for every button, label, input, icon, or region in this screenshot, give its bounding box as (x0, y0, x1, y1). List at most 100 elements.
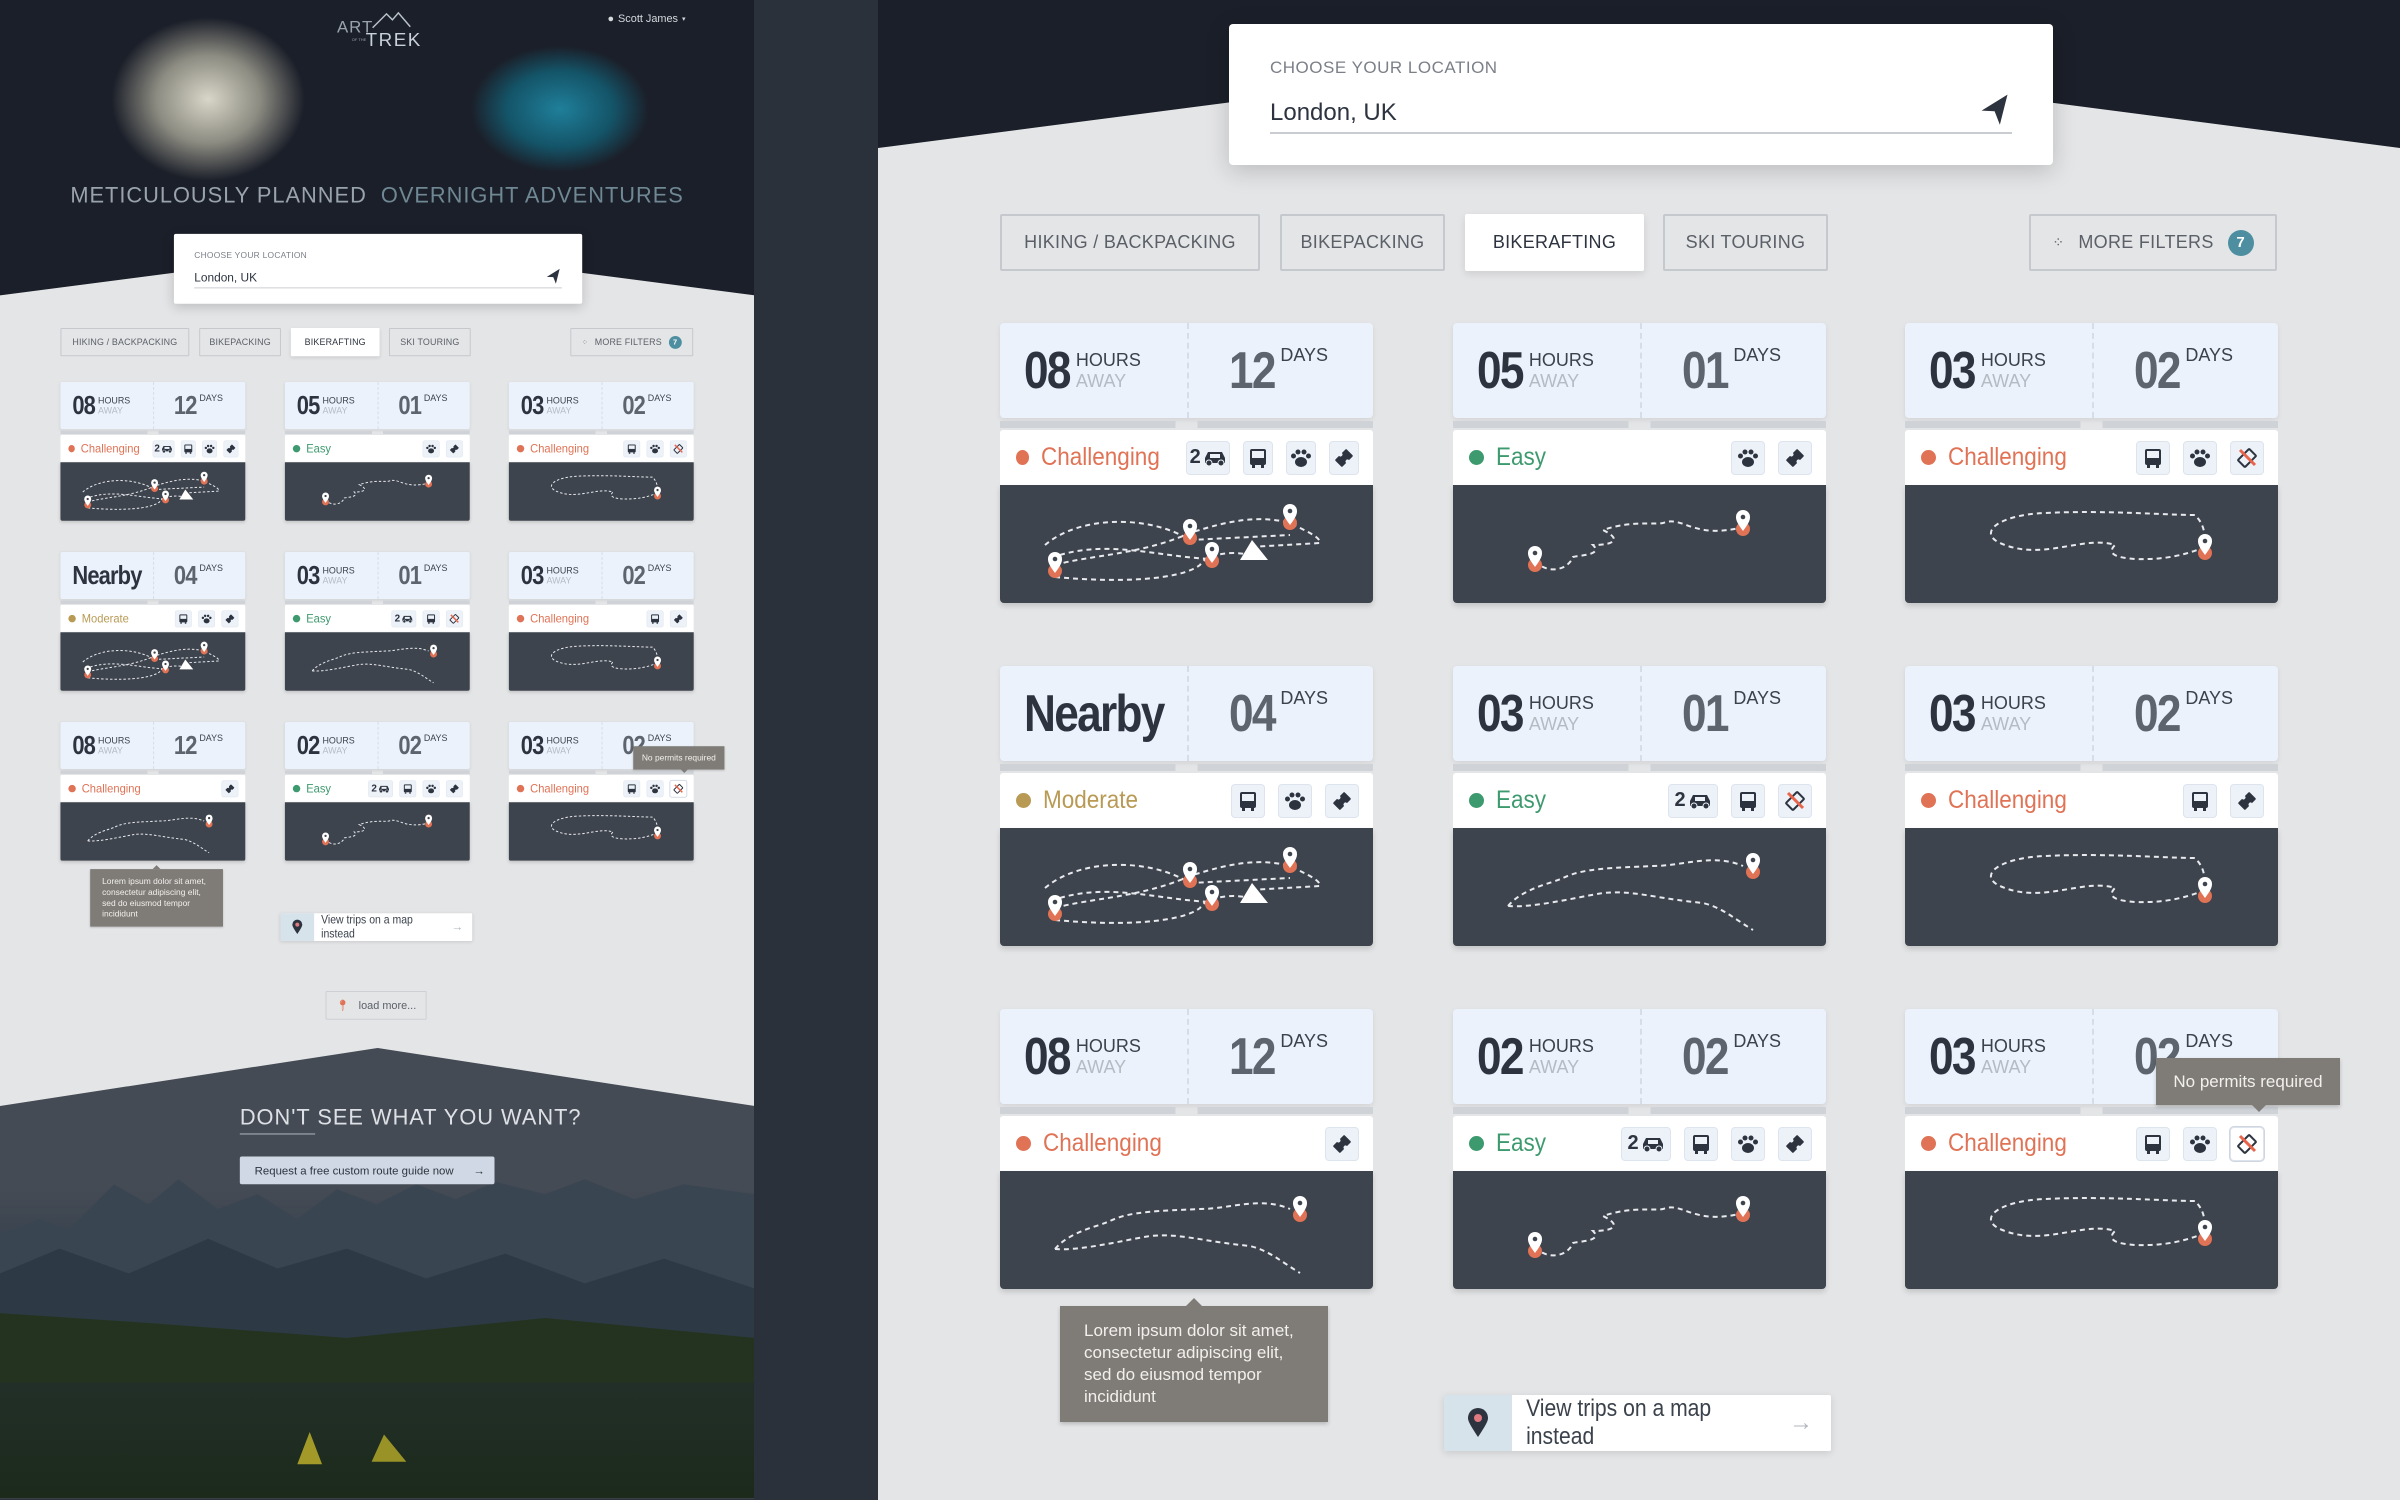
ticket-feature-icon[interactable] (221, 780, 239, 798)
trip-card[interactable]: 02 HOURS AWAY 02 DAYS Easy 2 (284, 721, 470, 861)
trip-card[interactable]: Nearby 04 DAYS Moderate (1000, 666, 1373, 946)
trip-card[interactable]: 03HOURSAWAY 02DAYS Challenging (508, 382, 694, 521)
ticket-feature-icon[interactable] (1329, 440, 1360, 475)
tab-hiking-backpacking[interactable]: HIKING / BACKPACKING (1000, 214, 1260, 271)
car-feature-icon[interactable]: 2 (152, 440, 175, 458)
no-permit-feature-icon[interactable] (1778, 783, 1812, 818)
bus-feature-icon[interactable] (646, 610, 664, 628)
ticket-feature-icon[interactable] (223, 440, 239, 458)
ticket-feature-icon[interactable] (1778, 440, 1812, 475)
trip-card[interactable]: 03 HOURS AWAY 01 DAYS Easy 2 (284, 551, 470, 691)
trip-card[interactable]: 03HOURSAWAY 02DAYS Challenging (508, 721, 694, 861)
request-route-guide-button[interactable]: Request a free custom route guide now → (239, 1156, 495, 1185)
ticket-feature-icon[interactable] (445, 780, 463, 798)
trip-card[interactable]: 02 HOURS AWAY 02 DAYS Easy 2 (1453, 1009, 1826, 1289)
trip-card[interactable]: 03HOURSAWAY 02DAYS Challenging (1905, 666, 2278, 946)
tab-bikerafting[interactable]: BIKERAFTING (1465, 214, 1644, 271)
ticket-feature-icon[interactable] (669, 610, 687, 628)
bus-feature-icon[interactable] (422, 610, 440, 628)
paw-feature-icon[interactable] (1286, 440, 1317, 475)
more-filters-button[interactable]: ⁘ MORE FILTERS 7 (570, 328, 694, 357)
bus-feature-icon[interactable] (1684, 1126, 1718, 1161)
trip-card[interactable]: 08 HOURS AWAY 12 DAYS Challenging (60, 721, 246, 861)
route-map[interactable] (1453, 485, 1826, 603)
locate-arrow-icon[interactable] (546, 268, 563, 286)
bus-feature-icon[interactable] (2136, 1126, 2170, 1161)
route-map[interactable] (1000, 1171, 1373, 1289)
route-map[interactable] (508, 802, 694, 861)
ticket-feature-icon[interactable] (2230, 783, 2264, 818)
route-map[interactable] (60, 462, 246, 521)
paw-feature-icon[interactable] (646, 440, 664, 458)
more-filters-button[interactable]: ⁘ MORE FILTERS 7 (2029, 214, 2277, 271)
route-map[interactable] (60, 632, 246, 691)
paw-feature-icon[interactable] (202, 440, 218, 458)
bus-feature-icon[interactable] (2183, 783, 2217, 818)
load-more-button[interactable]: 📍︎ load more... (325, 991, 427, 1020)
trip-card[interactable]: Nearby 04 DAYS Moderate (60, 551, 246, 691)
route-map[interactable] (508, 632, 694, 691)
bus-feature-icon[interactable] (399, 780, 417, 798)
tab-bikerafting[interactable]: BIKERAFTING (290, 328, 380, 357)
logo[interactable]: ART OF THE TREK (337, 10, 421, 51)
route-map[interactable] (1905, 1171, 2278, 1289)
view-map-button[interactable]: View trips on a map instead → (1444, 1395, 1831, 1451)
car-feature-icon[interactable]: 2 (391, 610, 417, 628)
route-map[interactable] (1000, 828, 1373, 946)
trip-card[interactable]: 05 HOURS AWAY 01 DAYS Easy (284, 382, 470, 521)
car-feature-icon[interactable]: 2 (1186, 440, 1231, 475)
route-map[interactable] (284, 802, 470, 861)
no-permit-feature-icon[interactable] (669, 780, 687, 798)
ticket-feature-icon[interactable] (1325, 1126, 1359, 1161)
paw-feature-icon[interactable] (422, 780, 440, 798)
no-permit-feature-icon[interactable] (445, 610, 463, 628)
tab-hiking-backpacking[interactable]: HIKING / BACKPACKING (60, 328, 190, 357)
route-map[interactable] (60, 802, 246, 861)
bus-feature-icon[interactable] (180, 440, 196, 458)
route-map[interactable] (1000, 485, 1373, 603)
ticket-feature-icon[interactable] (221, 610, 239, 628)
user-menu[interactable]: ● Scott James ▾ (607, 12, 685, 25)
location-input[interactable] (194, 268, 562, 289)
paw-feature-icon[interactable] (646, 780, 664, 798)
route-map[interactable] (1905, 828, 2278, 946)
route-map[interactable] (284, 462, 470, 521)
view-map-button[interactable]: View trips on a map instead → (280, 913, 473, 941)
paw-feature-icon[interactable] (2183, 1126, 2217, 1161)
car-feature-icon[interactable]: 2 (368, 780, 393, 798)
paw-feature-icon[interactable] (422, 440, 440, 458)
paw-feature-icon[interactable] (1731, 1126, 1765, 1161)
trip-card[interactable]: 03 HOURS AWAY 01 DAYS Easy 2 (1453, 666, 1826, 946)
ticket-feature-icon[interactable] (1325, 783, 1359, 818)
no-permit-feature-icon[interactable] (2230, 440, 2264, 475)
bus-feature-icon[interactable] (1731, 783, 1765, 818)
trip-card[interactable]: 08 HOURS AWAY 12 DAYS Challenging 2 (60, 382, 246, 521)
trip-card[interactable]: 05 HOURS AWAY 01 DAYS Easy (1453, 323, 1826, 603)
route-map[interactable] (1905, 485, 2278, 603)
bus-feature-icon[interactable] (623, 780, 641, 798)
bus-feature-icon[interactable] (174, 610, 192, 628)
locate-arrow-icon[interactable] (1979, 94, 2013, 128)
bus-feature-icon[interactable] (1231, 783, 1265, 818)
route-map[interactable] (284, 632, 470, 691)
paw-feature-icon[interactable] (2183, 440, 2217, 475)
tab-bikepacking[interactable]: BIKEPACKING (199, 328, 281, 357)
trip-card[interactable]: 03HOURSAWAY 02DAYS Challenging (508, 551, 694, 691)
car-feature-icon[interactable]: 2 (1668, 783, 1718, 818)
route-map[interactable] (1453, 828, 1826, 946)
bus-feature-icon[interactable] (1243, 440, 1274, 475)
paw-feature-icon[interactable] (1278, 783, 1312, 818)
location-input[interactable] (1270, 94, 2012, 134)
no-permit-feature-icon[interactable] (2230, 1126, 2264, 1161)
trip-card[interactable]: 03HOURSAWAY 02DAYS Challenging (1905, 323, 2278, 603)
ticket-feature-icon[interactable] (445, 440, 463, 458)
ticket-feature-icon[interactable] (1778, 1126, 1812, 1161)
paw-feature-icon[interactable] (198, 610, 216, 628)
tab-ski-touring[interactable]: SKI TOURING (1663, 214, 1828, 271)
no-permit-feature-icon[interactable] (669, 440, 687, 458)
trip-card[interactable]: 03HOURSAWAY 02DAYS Challenging (1905, 1009, 2278, 1289)
bus-feature-icon[interactable] (623, 440, 641, 458)
trip-card[interactable]: 08 HOURS AWAY 12 DAYS Challenging (1000, 1009, 1373, 1289)
route-map[interactable] (508, 462, 694, 521)
trip-card[interactable]: 08 HOURS AWAY 12 DAYS Challenging 2 (1000, 323, 1373, 603)
